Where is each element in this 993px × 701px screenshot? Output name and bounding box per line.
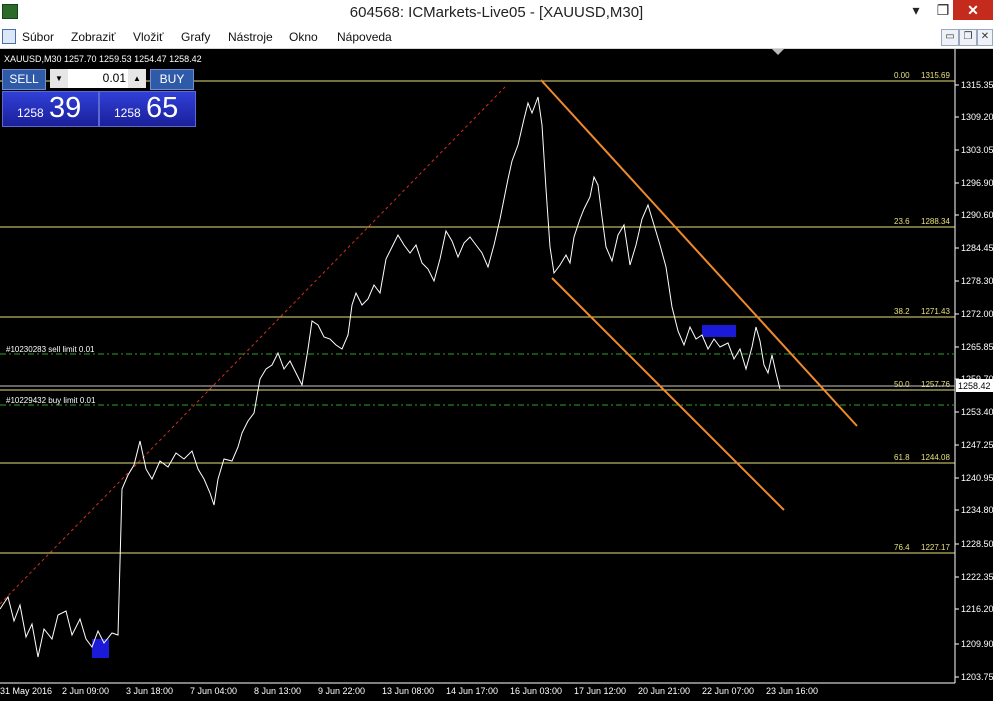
price-tick-label: 1309.20 xyxy=(961,112,993,122)
time-tick-label: 20 Jun 21:00 xyxy=(638,686,690,696)
price-tick-label: 1265.85 xyxy=(961,342,993,352)
time-tick-label: 31 May 2016 xyxy=(0,686,52,696)
fib-ratio-label: 50.0 xyxy=(894,380,910,389)
time-tick-label: 23 Jun 16:00 xyxy=(766,686,818,696)
fib-ratio-label: 0.00 xyxy=(894,71,910,80)
fib-price-label: 1257.76 xyxy=(921,380,950,389)
buy-price-box[interactable]: 1258 65 xyxy=(99,91,196,127)
lot-size-input[interactable]: 0.01 xyxy=(68,69,128,88)
price-tick-label: 1303.05 xyxy=(961,145,993,155)
price-tick-label: 1315.35 xyxy=(961,80,993,90)
price-tick-label: 1284.45 xyxy=(961,243,993,253)
buy-button[interactable]: BUY xyxy=(150,69,194,90)
fib-price-label: 1227.17 xyxy=(921,543,950,552)
lot-increase-button[interactable]: ▲ xyxy=(128,69,146,88)
sell-price-main: 1258 xyxy=(17,106,44,120)
title-bar: 604568: ICMarkets-Live05 - [XAUUSD,M30] … xyxy=(0,0,993,26)
menu-tools[interactable]: Nástroje xyxy=(228,30,273,44)
highlight-box-low xyxy=(92,639,109,658)
time-tick-label: 9 Jun 22:00 xyxy=(318,686,365,696)
price-tick-label: 1247.25 xyxy=(961,440,993,450)
one-click-trading-panel: SELL ▼ 0.01 ▲ BUY 1258 39 1258 65 xyxy=(2,69,196,127)
channel-upper-line[interactable] xyxy=(540,79,858,427)
time-tick-label: 14 Jun 17:00 xyxy=(446,686,498,696)
menu-file[interactable]: Súbor xyxy=(22,30,54,44)
chart-area[interactable]: 1315.35 1309.20 1303.05 1296.90 1290.60 1284.… xyxy=(0,49,993,701)
sell-button[interactable]: SELL xyxy=(2,69,46,90)
window-title: 604568: ICMarkets-Live05 - [XAUUSD,M30] xyxy=(349,4,644,21)
price-tick-label: 1216.20 xyxy=(961,604,993,614)
price-tick-label: 1234.80 xyxy=(961,505,993,515)
price-tick-label: 1240.95 xyxy=(961,473,993,483)
fib-ratio-label: 38.2 xyxy=(894,307,910,316)
sell-price-box[interactable]: 1258 39 xyxy=(2,91,99,127)
symbol-info: XAUUSD,M30 1257.70 1259.53 1254.47 1258.… xyxy=(4,54,202,64)
price-tick-label: 1278.30 xyxy=(961,276,993,286)
sell-limit-order-label: #10230283 sell limit 0.01 xyxy=(6,345,95,354)
menu-insert[interactable]: Vložiť xyxy=(133,30,164,44)
buy-price-main: 1258 xyxy=(114,106,141,120)
price-tick-label: 1203.75 xyxy=(961,672,993,682)
menu-charts[interactable]: Grafy xyxy=(181,30,210,44)
channel-lower-line[interactable] xyxy=(551,277,785,511)
fib-price-label: 1244.08 xyxy=(921,453,950,462)
time-tick-label: 17 Jun 12:00 xyxy=(574,686,626,696)
time-tick-label: 16 Jun 03:00 xyxy=(510,686,562,696)
fib-ratio-label: 23.6 xyxy=(894,217,910,226)
price-tick-label: 1296.90 xyxy=(961,178,993,188)
current-price-label: 1258.42 xyxy=(958,381,991,391)
price-line xyxy=(0,96,781,658)
price-tick-label: 1290.60 xyxy=(961,210,993,220)
menu-bar: Súbor Zobraziť Vložiť Grafy Nástroje Okn… xyxy=(0,26,993,49)
mdi-close-button[interactable]: ✕ xyxy=(977,29,993,46)
buy-limit-order-label: #10229432 buy limit 0.01 xyxy=(6,396,96,405)
time-tick-label: 8 Jun 13:00 xyxy=(254,686,301,696)
menu-help[interactable]: Nápoveda xyxy=(337,30,392,44)
price-tick-label: 1228.50 xyxy=(961,539,993,549)
menu-view[interactable]: Zobraziť xyxy=(71,30,116,44)
lot-decrease-button[interactable]: ▼ xyxy=(50,69,68,88)
price-tick-label: 1253.40 xyxy=(961,407,993,417)
time-tick-label: 22 Jun 07:00 xyxy=(702,686,754,696)
price-tick-label: 1222.35 xyxy=(961,572,993,582)
time-tick-label: 2 Jun 09:00 xyxy=(62,686,109,696)
price-chart[interactable]: 1315.35 1309.20 1303.05 1296.90 1290.60 1284.… xyxy=(0,49,993,701)
sell-price-pips: 39 xyxy=(49,92,82,124)
fib-price-label: 1315.69 xyxy=(921,71,950,80)
price-tick-label: 1272.00 xyxy=(961,309,993,319)
time-tick-label: 13 Jun 08:00 xyxy=(382,686,434,696)
price-tick-label: 1209.90 xyxy=(961,639,993,649)
time-tick-label: 3 Jun 18:00 xyxy=(126,686,173,696)
menu-window[interactable]: Okno xyxy=(289,30,318,44)
document-icon[interactable] xyxy=(2,29,16,44)
close-button[interactable]: ✕ xyxy=(953,0,993,20)
mdi-restore-button[interactable]: ❐ xyxy=(959,29,977,46)
highlight-box-high xyxy=(702,325,736,337)
fib-price-label: 1271.43 xyxy=(921,307,950,316)
chart-shift-marker[interactable] xyxy=(772,49,784,55)
buy-price-pips: 65 xyxy=(146,92,179,124)
fib-ratio-label: 61.8 xyxy=(894,453,910,462)
fib-ratio-label: 76.4 xyxy=(894,543,910,552)
mdi-minimize-button[interactable]: ▭ xyxy=(941,29,959,46)
fib-price-label: 1288.34 xyxy=(921,217,950,226)
time-tick-label: 7 Jun 04:00 xyxy=(190,686,237,696)
